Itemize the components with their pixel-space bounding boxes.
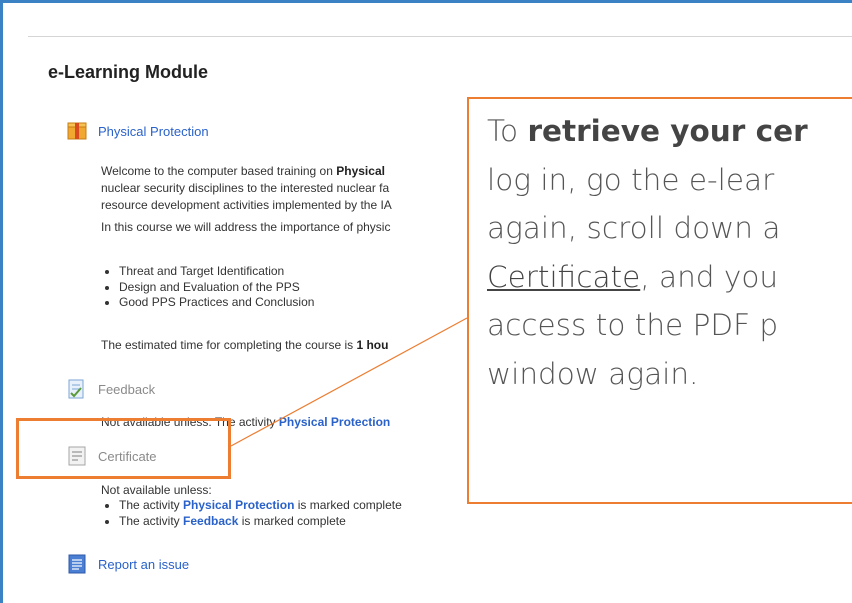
instruction-callout: To retrieve your cer log in, go the e-le…	[467, 97, 852, 504]
certificate-highlight	[16, 418, 231, 479]
callout-text: To retrieve your cer log in, go the e-le…	[487, 114, 808, 391]
